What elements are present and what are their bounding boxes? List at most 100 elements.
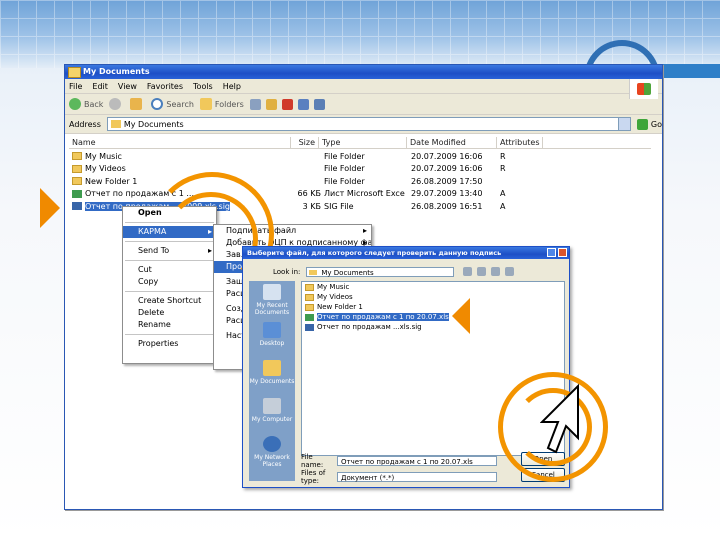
column-size[interactable]: Size xyxy=(291,137,319,148)
window-titlebar[interactable]: My Documents xyxy=(65,65,662,79)
folder-icon xyxy=(72,152,82,161)
column-name[interactable]: Name xyxy=(69,137,291,148)
move-to-icon[interactable] xyxy=(249,98,261,110)
back-label: Back xyxy=(84,99,104,109)
file-list: My Music File Folder 20.07.2009 16:06 R … xyxy=(69,150,651,213)
forward-button[interactable] xyxy=(109,98,124,110)
look-in-select[interactable]: My Documents xyxy=(306,267,455,277)
menu-item-create-shortcut[interactable]: Create Shortcut xyxy=(123,295,216,307)
dialog-window-buttons xyxy=(545,248,567,257)
dialog-file-row[interactable]: Отчет по продажам ...xls.sig xyxy=(302,322,564,332)
file-date: 20.07.2009 16:06 xyxy=(411,164,483,174)
new-folder-icon[interactable] xyxy=(491,267,500,276)
file-name: My Music xyxy=(85,151,122,161)
chevron-right-icon: ▸ xyxy=(362,226,367,235)
column-date[interactable]: Date Modified xyxy=(407,137,497,148)
go-arrow-icon xyxy=(636,118,648,130)
look-in-row: Look in: My Documents xyxy=(273,267,455,277)
toolbar: Back Search Folders xyxy=(65,94,662,115)
sig-file-icon xyxy=(305,323,314,331)
folder-icon xyxy=(305,293,314,301)
menu-edit[interactable]: Edit xyxy=(92,82,108,91)
file-row[interactable]: My Videos File Folder 20.07.2009 16:06 R xyxy=(69,163,651,176)
views-icon[interactable] xyxy=(313,98,325,110)
column-attributes[interactable]: Attributes xyxy=(497,137,543,148)
dialog-file-row[interactable]: New Folder 1 xyxy=(302,302,564,312)
dialog-file-row-selected[interactable]: Отчет по продажам с 1 по 20.07.xls xyxy=(302,312,564,322)
dialog-file-row[interactable]: My Videos xyxy=(302,292,564,302)
place-label: My Documents xyxy=(249,378,295,385)
menu-item-properties[interactable]: Properties xyxy=(123,338,216,350)
place-network[interactable]: My Network Places xyxy=(249,433,295,471)
menu-view[interactable]: View xyxy=(118,82,137,91)
menu-favorites[interactable]: Favorites xyxy=(147,82,183,91)
place-label: My Recent Documents xyxy=(254,302,290,316)
folder-icon xyxy=(305,303,314,311)
file-type: File Folder xyxy=(324,176,365,186)
folder-icon xyxy=(72,164,82,173)
place-documents[interactable]: My Documents xyxy=(249,357,295,395)
copy-to-icon[interactable] xyxy=(265,98,277,110)
dialog-file-name: Отчет по продажам с 1 по 20.07.xls xyxy=(317,313,449,321)
folder-icon xyxy=(110,120,121,128)
file-type-label: Files of type: xyxy=(301,469,326,485)
search-label: Search xyxy=(166,99,194,109)
address-bar: Address My Documents Go xyxy=(65,115,662,134)
place-computer[interactable]: My Computer xyxy=(249,395,295,433)
my-documents-icon xyxy=(263,360,281,376)
folder-up-icon[interactable] xyxy=(477,267,486,276)
dialog-file-row[interactable]: My Music xyxy=(302,282,564,292)
pointer-triangle-right xyxy=(40,188,60,228)
file-name-row: File name: Отчет по продажам с 1 по 20.0… xyxy=(301,453,497,469)
view-menu-icon[interactable] xyxy=(505,267,514,276)
file-row[interactable]: Отчет по продажам с 1 ... 66 KБ Лист Mic… xyxy=(69,188,651,201)
address-input[interactable]: My Documents xyxy=(106,117,631,131)
folder-icon xyxy=(68,67,81,78)
place-recent[interactable]: My Recent Documents xyxy=(249,281,295,319)
network-places-icon xyxy=(263,436,281,452)
file-date: 26.08.2009 16:51 xyxy=(411,201,483,211)
file-type: SIG File xyxy=(324,201,354,211)
windows-logo xyxy=(629,79,658,99)
menu-help[interactable]: Help xyxy=(223,82,241,91)
place-desktop[interactable]: Desktop xyxy=(249,319,295,357)
place-label: My Computer xyxy=(251,416,293,423)
search-button[interactable]: Search xyxy=(151,98,194,110)
menu-tools[interactable]: Tools xyxy=(193,82,213,91)
file-type: File Folder xyxy=(324,151,365,161)
menu-item-delete[interactable]: Delete xyxy=(123,307,216,319)
file-row[interactable]: New Folder 1 File Folder 26.08.2009 17:5… xyxy=(69,175,651,188)
back-button[interactable]: Back xyxy=(69,98,103,110)
file-size: 66 KБ xyxy=(297,189,321,199)
excel-file-icon xyxy=(72,189,82,198)
my-computer-icon xyxy=(263,398,281,414)
chevron-down-icon[interactable] xyxy=(617,118,630,130)
menu-item-rename[interactable]: Rename xyxy=(123,319,216,331)
desktop-icon xyxy=(263,322,281,338)
dialog-title: Выберите файл, для которого следует пров… xyxy=(247,249,502,257)
file-type-select[interactable]: Документ (*.*) xyxy=(337,472,497,482)
pointer-triangle-left xyxy=(452,298,470,334)
folders-label: Folders xyxy=(214,99,244,109)
go-button[interactable]: Go xyxy=(636,118,662,130)
file-name: My Videos xyxy=(85,164,126,174)
column-type[interactable]: Type xyxy=(319,137,407,148)
folders-button[interactable]: Folders xyxy=(199,98,244,110)
dialog-titlebar[interactable]: Выберите файл, для которого следует пров… xyxy=(243,247,569,259)
file-date: 20.07.2009 16:06 xyxy=(411,151,483,161)
dialog-nav-buttons xyxy=(463,267,519,276)
go-label: Go xyxy=(650,119,662,129)
file-name-cell: My Videos xyxy=(69,164,294,173)
close-icon[interactable] xyxy=(558,248,567,257)
help-icon[interactable] xyxy=(547,248,556,257)
file-name-input[interactable]: Отчет по продажам с 1 по 20.07.xls xyxy=(337,456,497,466)
up-button[interactable] xyxy=(130,98,145,110)
delete-icon[interactable] xyxy=(281,98,293,110)
file-attr: A xyxy=(500,189,506,199)
menu-file[interactable]: File xyxy=(69,82,82,91)
folder-icon xyxy=(72,177,82,186)
back-icon[interactable] xyxy=(463,267,472,276)
file-row[interactable]: My Music File Folder 20.07.2009 16:06 R xyxy=(69,150,651,163)
mouse-cursor-icon xyxy=(540,383,579,454)
undo-icon[interactable] xyxy=(297,98,309,110)
